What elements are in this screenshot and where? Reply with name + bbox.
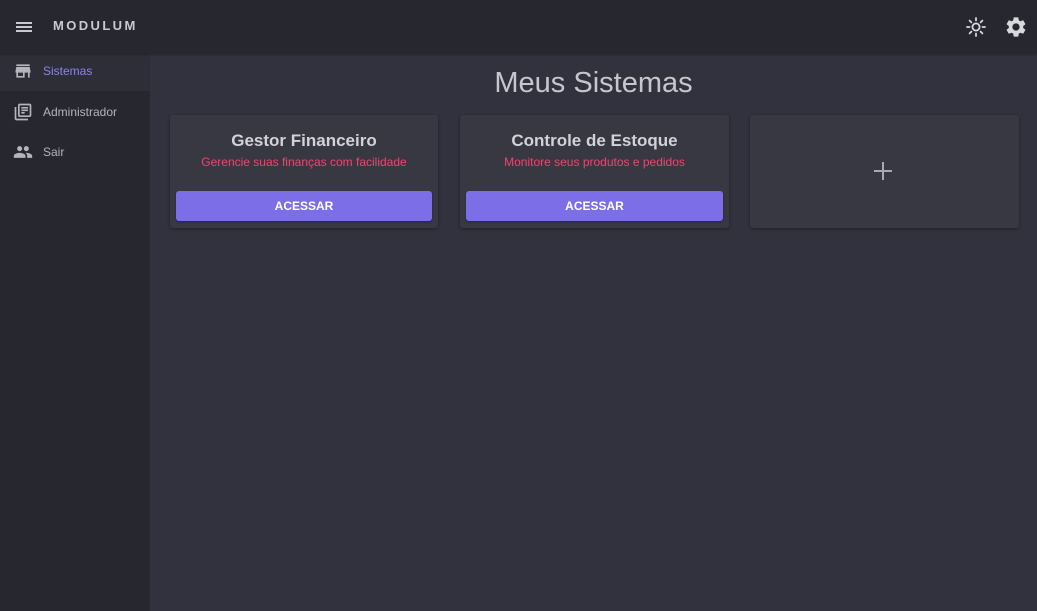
sidebar-item-administrador[interactable]: Administrador: [0, 94, 150, 132]
sidebar-item-sistemas[interactable]: Sistemas: [0, 53, 150, 91]
store-icon: [13, 61, 33, 81]
sidebar-item-sair[interactable]: Sair: [0, 134, 150, 172]
library-icon: [13, 102, 33, 122]
gear-icon[interactable]: [1004, 15, 1028, 39]
add-system-card[interactable]: [750, 115, 1019, 228]
plus-icon: [873, 161, 893, 181]
menu-icon[interactable]: [12, 15, 36, 39]
system-card-controle-de-estoque: Controle de Estoque Monitore seus produt…: [460, 115, 729, 228]
card-subtitle: Monitore seus produtos e pedidos: [504, 155, 685, 169]
access-button[interactable]: ACESSAR: [466, 191, 723, 221]
sidebar-item-label: Administrador: [43, 105, 118, 119]
card-title: Controle de Estoque: [511, 131, 678, 150]
sidebar: Sistemas Administrador Sair: [0, 53, 150, 611]
system-card-gestor-financeiro: Gestor Financeiro Gerencie suas finanças…: [170, 115, 438, 228]
sidebar-item-label: Sair: [43, 145, 65, 159]
card-subtitle: Gerencie suas finanças com facilidade: [201, 155, 407, 169]
card-title: Gestor Financeiro: [231, 131, 377, 150]
page-title: Meus Sistemas: [494, 67, 693, 99]
app-bar: MODULUM: [0, 0, 1037, 53]
app-brand: MODULUM: [53, 18, 138, 33]
access-button[interactable]: ACESSAR: [176, 191, 432, 221]
main-content: Meus Sistemas Gestor Financeiro Gerencie…: [150, 53, 1037, 611]
sidebar-item-label: Sistemas: [43, 64, 93, 78]
people-icon: [13, 142, 33, 162]
sun-icon[interactable]: [964, 15, 988, 39]
